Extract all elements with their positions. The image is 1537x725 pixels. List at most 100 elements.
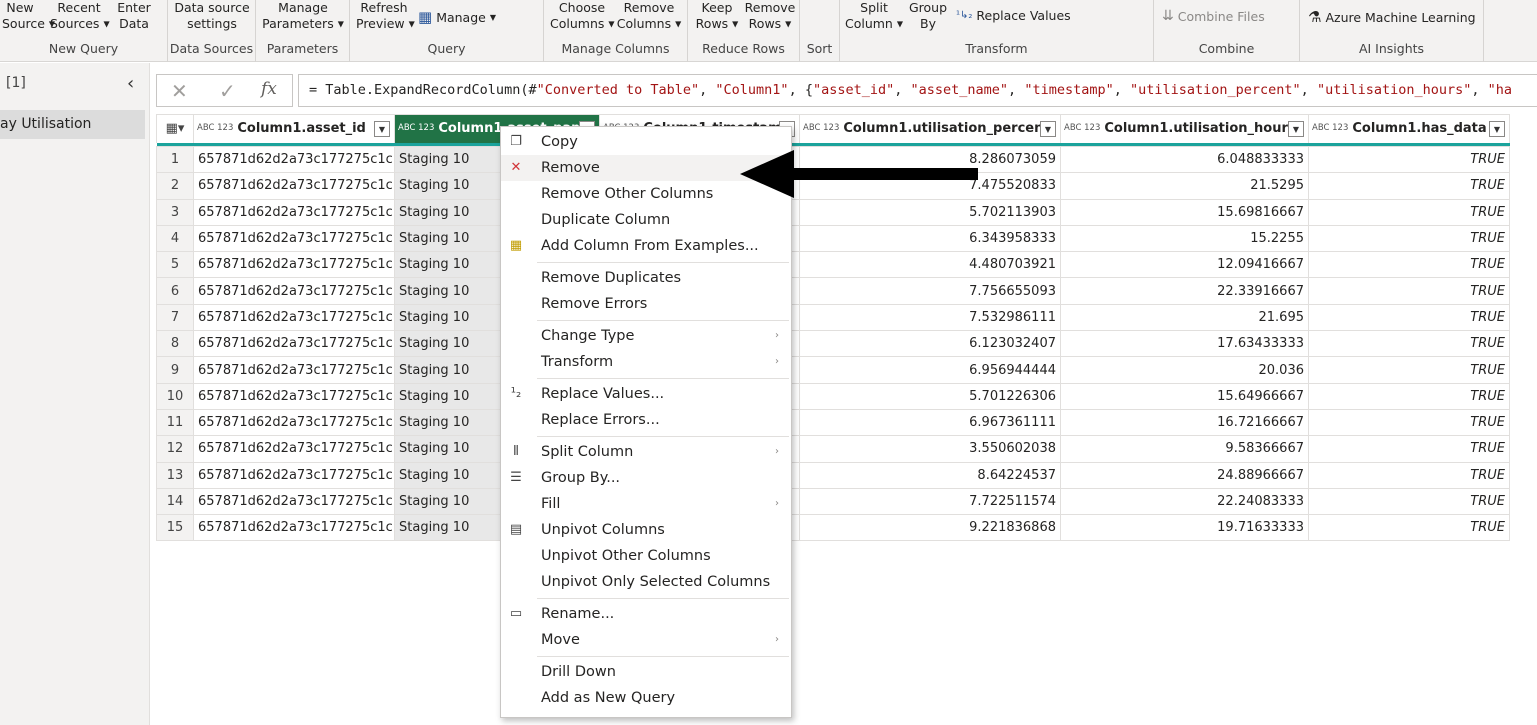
column-filter-dropdown-icon[interactable]: ▼	[1288, 121, 1304, 137]
cell-asset-id[interactable]: 657871d62d2a73c177275c1c	[193, 514, 395, 542]
menu-item-add-as-new-query[interactable]: Add as New Query	[501, 685, 791, 711]
cell-asset-id[interactable]: 657871d62d2a73c177275c1c	[193, 356, 395, 384]
cell-utilisation-percent[interactable]: 9.221836868	[799, 514, 1061, 542]
row-number[interactable]: 15	[156, 514, 194, 542]
row-number[interactable]: 14	[156, 487, 194, 516]
replace-values-button[interactable]: ¹↳₂ Replace Values	[956, 8, 1071, 23]
cell-has-data[interactable]: TRUE	[1308, 461, 1510, 489]
cell-utilisation-percent[interactable]: 6.967361111	[799, 408, 1061, 437]
cell-has-data[interactable]: TRUE	[1308, 251, 1510, 279]
cell-utilisation-hours[interactable]: 6.048833333	[1060, 145, 1309, 174]
menu-item-remove-duplicates[interactable]: Remove Duplicates	[501, 265, 791, 291]
cell-asset-id[interactable]: 657871d62d2a73c177275c1c	[193, 303, 395, 332]
cell-utilisation-hours[interactable]: 22.24083333	[1060, 487, 1309, 516]
choose-columns-button[interactable]: Choose Columns ▼	[550, 0, 615, 33]
row-number[interactable]: 13	[156, 461, 194, 489]
menu-item-split-column[interactable]: ⫴ Split Column ›	[501, 439, 791, 465]
cell-has-data[interactable]: TRUE	[1308, 408, 1510, 437]
cell-asset-id[interactable]: 657871d62d2a73c177275c1c	[193, 487, 395, 516]
row-number[interactable]: 7	[156, 303, 194, 332]
cell-has-data[interactable]: TRUE	[1308, 382, 1510, 410]
row-number[interactable]: 2	[156, 172, 194, 200]
cell-utilisation-percent[interactable]: 4.480703921	[799, 251, 1061, 279]
cell-utilisation-hours[interactable]: 15.69816667	[1060, 198, 1309, 226]
cell-utilisation-hours[interactable]: 19.71633333	[1060, 514, 1309, 542]
new-source-button[interactable]: New Source ▼	[2, 0, 55, 33]
row-number[interactable]: 3	[156, 198, 194, 226]
menu-item-rename[interactable]: ▭ Rename...	[501, 601, 791, 627]
cell-has-data[interactable]: TRUE	[1308, 277, 1510, 305]
manage-button[interactable]: ▦ Manage ▼	[418, 8, 496, 26]
cell-utilisation-percent[interactable]: 3.550602038	[799, 435, 1061, 463]
commit-formula-icon[interactable]: ✓	[219, 79, 236, 103]
column-header-asset-id[interactable]: ABC 123 Column1.asset_id ▼	[193, 114, 395, 143]
menu-item-group-by[interactable]: ☰ Group By...	[501, 465, 791, 491]
menu-item-add-column-from-examples[interactable]: ▦ Add Column From Examples...	[501, 233, 791, 259]
cell-utilisation-hours[interactable]: 15.64966667	[1060, 382, 1309, 410]
row-number[interactable]: 6	[156, 277, 194, 305]
cell-utilisation-hours[interactable]: 21.695	[1060, 303, 1309, 332]
cell-has-data[interactable]: TRUE	[1308, 514, 1510, 542]
cell-utilisation-percent[interactable]: 6.123032407	[799, 330, 1061, 358]
cell-has-data[interactable]: TRUE	[1308, 435, 1510, 463]
menu-item-remove-errors[interactable]: Remove Errors	[501, 291, 791, 317]
row-number[interactable]: 9	[156, 356, 194, 384]
row-number[interactable]: 10	[156, 382, 194, 410]
cell-asset-id[interactable]: 657871d62d2a73c177275c1c	[193, 408, 395, 437]
cell-has-data[interactable]: TRUE	[1308, 487, 1510, 516]
cell-has-data[interactable]: TRUE	[1308, 303, 1510, 332]
cell-asset-id[interactable]: 657871d62d2a73c177275c1c	[193, 461, 395, 489]
fx-icon[interactable]: fx	[261, 79, 277, 99]
cell-utilisation-hours[interactable]: 12.09416667	[1060, 251, 1309, 279]
refresh-preview-button[interactable]: Refresh Preview ▼	[356, 0, 415, 33]
row-number[interactable]: 12	[156, 435, 194, 463]
cell-asset-id[interactable]: 657871d62d2a73c177275c1c	[193, 172, 395, 200]
column-header-has-data[interactable]: ABC 123 Column1.has_data ▼	[1308, 114, 1510, 143]
cell-utilisation-percent[interactable]: 8.64224537	[799, 461, 1061, 489]
cell-utilisation-percent[interactable]: 7.722511574	[799, 487, 1061, 516]
query-item[interactable]: ay Utilisation	[0, 110, 145, 139]
column-filter-dropdown-icon[interactable]: ▼	[1040, 121, 1056, 137]
split-column-button[interactable]: Split Column ▼	[844, 0, 904, 33]
remove-rows-button[interactable]: Remove Rows ▼	[742, 0, 798, 33]
row-number[interactable]: 8	[156, 330, 194, 358]
cell-has-data[interactable]: TRUE	[1308, 145, 1510, 174]
azure-ml-button[interactable]: ⚗ Azure Machine Learning	[1308, 8, 1476, 26]
menu-item-replace-errors[interactable]: Replace Errors...	[501, 407, 791, 433]
menu-item-fill[interactable]: Fill ›	[501, 491, 791, 517]
cell-utilisation-hours[interactable]: 15.2255	[1060, 224, 1309, 253]
column-header-utilisation-percent[interactable]: ABC 123 Column1.utilisation_percent ▼	[799, 114, 1061, 143]
row-number[interactable]: 1	[156, 145, 194, 174]
cell-utilisation-percent[interactable]: 6.956944444	[799, 356, 1061, 384]
enter-data-button[interactable]: Enter Data	[116, 0, 152, 32]
cell-asset-id[interactable]: 657871d62d2a73c177275c1c	[193, 330, 395, 358]
cell-has-data[interactable]: TRUE	[1308, 224, 1510, 253]
cell-utilisation-hours[interactable]: 16.72166667	[1060, 408, 1309, 437]
collapse-pane-chevron-icon[interactable]: ‹	[127, 73, 134, 94]
combine-files-button[interactable]: ⇊ Combine Files	[1162, 8, 1265, 24]
keep-rows-button[interactable]: Keep Rows ▼	[692, 0, 742, 33]
cell-utilisation-hours[interactable]: 21.5295	[1060, 172, 1309, 200]
cell-utilisation-hours[interactable]: 20.036	[1060, 356, 1309, 384]
table-menu-corner[interactable]: ▦▾	[156, 114, 194, 143]
column-header-utilisation-hours[interactable]: ABC 123 Column1.utilisation_hours ▼	[1060, 114, 1309, 143]
cell-asset-id[interactable]: 657871d62d2a73c177275c1c	[193, 435, 395, 463]
cell-has-data[interactable]: TRUE	[1308, 172, 1510, 200]
menu-item-move[interactable]: Move ›	[501, 627, 791, 653]
menu-item-unpivot-other-columns[interactable]: Unpivot Other Columns	[501, 543, 791, 569]
cell-utilisation-hours[interactable]: 22.33916667	[1060, 277, 1309, 305]
menu-item-duplicate-column[interactable]: Duplicate Column	[501, 207, 791, 233]
cell-utilisation-percent[interactable]: 7.756655093	[799, 277, 1061, 305]
group-by-button[interactable]: Group By	[906, 0, 950, 32]
manage-parameters-button[interactable]: Manage Parameters ▼	[260, 0, 346, 33]
row-number[interactable]: 4	[156, 224, 194, 253]
cell-asset-id[interactable]: 657871d62d2a73c177275c1c	[193, 198, 395, 226]
cancel-formula-icon[interactable]: ✕	[171, 79, 188, 103]
formula-bar-input[interactable]: = Table.ExpandRecordColumn(#"Converted t…	[298, 74, 1537, 107]
cell-has-data[interactable]: TRUE	[1308, 198, 1510, 226]
cell-asset-id[interactable]: 657871d62d2a73c177275c1c	[193, 382, 395, 410]
cell-asset-id[interactable]: 657871d62d2a73c177275c1c	[193, 251, 395, 279]
column-filter-dropdown-icon[interactable]: ▼	[1489, 121, 1505, 137]
cell-utilisation-percent[interactable]: 6.343958333	[799, 224, 1061, 253]
cell-utilisation-hours[interactable]: 17.63433333	[1060, 330, 1309, 358]
